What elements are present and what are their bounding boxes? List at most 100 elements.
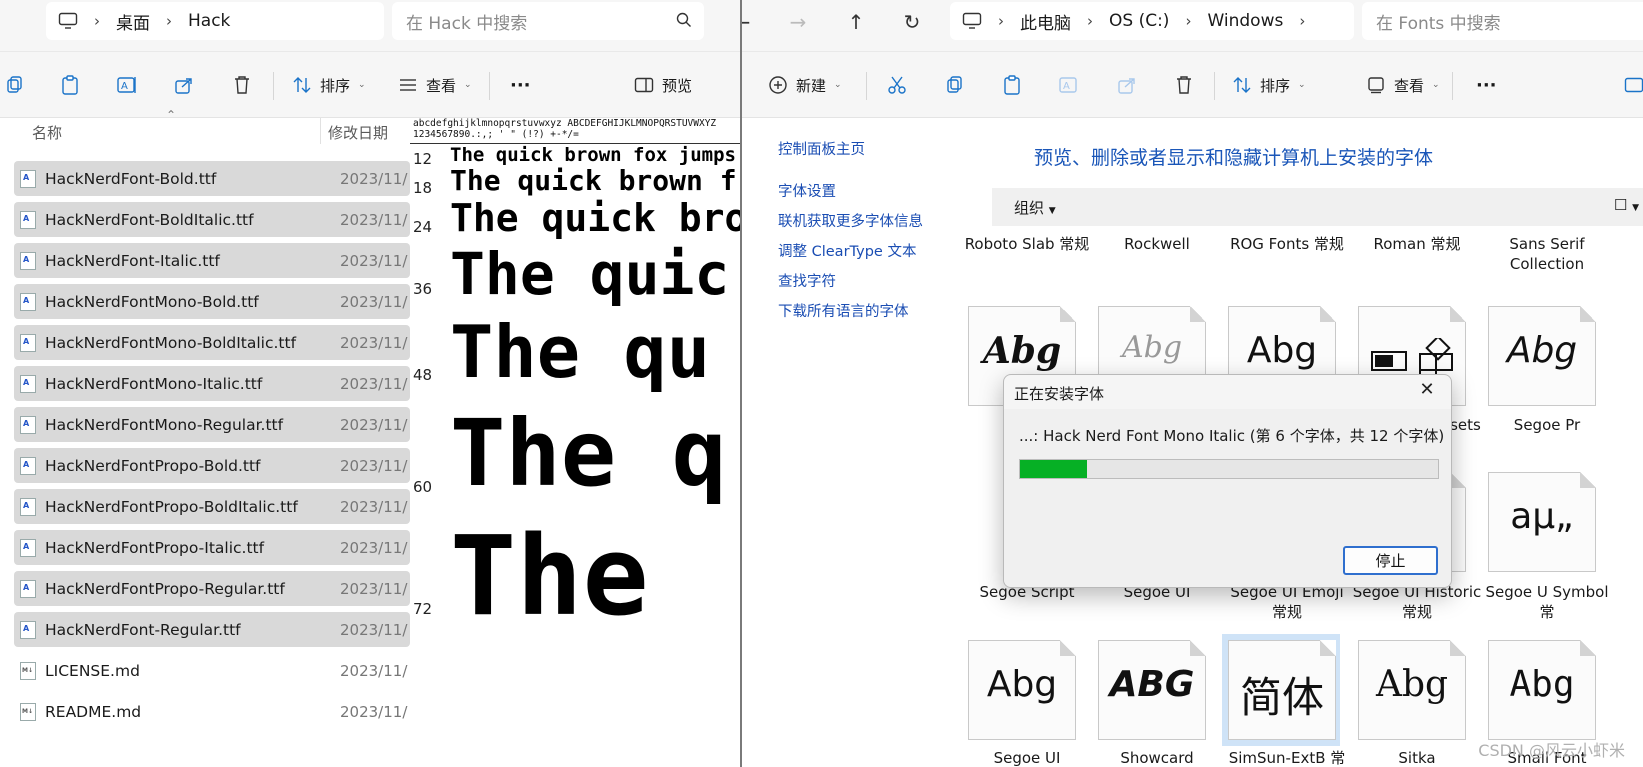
file-row[interactable]: HackNerdFontPropo-BoldItalic.ttf 2023/11/ bbox=[14, 486, 410, 527]
stop-button[interactable]: 停止 bbox=[1343, 546, 1438, 575]
more-options-button[interactable]: ··· bbox=[510, 69, 531, 101]
up-arrow-icon[interactable]: ↑ bbox=[842, 8, 870, 36]
file-row[interactable]: HackNerdFontPropo-Bold.ttf 2023/11/ bbox=[14, 445, 410, 486]
view-icon bbox=[1364, 73, 1388, 97]
link-get-font-info-online[interactable]: 联机获取更多字体信息 bbox=[778, 210, 923, 240]
rename-icon[interactable]: A bbox=[115, 69, 139, 101]
breadcrumb-item[interactable]: 桌面 bbox=[104, 2, 162, 40]
sort-label: 排序 bbox=[320, 76, 351, 95]
font-tile[interactable]: Abg bbox=[1352, 634, 1470, 746]
more-options-button[interactable]: ··· bbox=[1476, 69, 1497, 101]
right-address-bar[interactable]: › 此电脑 › OS (C:) › Windows › bbox=[950, 2, 1354, 40]
file-row[interactable]: README.md 2023/11/ bbox=[14, 691, 410, 732]
file-row[interactable]: HackNerdFont-Bold.ttf 2023/11/ bbox=[14, 158, 410, 199]
font-tile-label[interactable]: Segoe UI bbox=[962, 748, 1092, 767]
font-tile-label[interactable]: Showcard bbox=[1092, 748, 1222, 767]
file-date: 2023/11/ bbox=[340, 497, 408, 516]
chevron-down-icon: ⌄ bbox=[834, 80, 842, 90]
delete-icon[interactable] bbox=[1172, 69, 1196, 101]
monitor-icon[interactable] bbox=[950, 2, 994, 40]
font-tile[interactable]: Abg bbox=[1482, 634, 1600, 746]
monitor-icon[interactable] bbox=[46, 2, 90, 40]
svg-text:A: A bbox=[121, 81, 128, 92]
close-icon[interactable]: ✕ bbox=[1415, 379, 1439, 403]
column-header-name[interactable]: 名称 bbox=[32, 122, 62, 143]
file-row[interactable]: LICENSE.md 2023/11/ bbox=[14, 650, 410, 691]
view-mode-icon[interactable]: ☐ ▼ bbox=[1614, 196, 1639, 214]
font-tile[interactable]: Abg bbox=[962, 634, 1080, 746]
file-name: HackNerdFontPropo-Bold.ttf bbox=[45, 456, 261, 475]
font-tile[interactable]: Abg bbox=[1482, 300, 1600, 412]
page-fold bbox=[1450, 306, 1466, 322]
font-tile-label[interactable]: Sans Serif Collection bbox=[1482, 234, 1612, 274]
file-row[interactable]: HackNerdFontPropo-Regular.ttf 2023/11/ bbox=[14, 568, 410, 609]
file-row[interactable]: HackNerdFontMono-Italic.ttf 2023/11/ bbox=[14, 363, 410, 404]
preview-label: 预览 bbox=[662, 76, 693, 95]
forward-arrow-icon[interactable]: → bbox=[784, 8, 812, 36]
file-name: HackNerdFontMono-BoldItalic.ttf bbox=[45, 333, 297, 352]
preview-size-label: 18 bbox=[413, 179, 433, 197]
details-pane-icon[interactable] bbox=[1622, 69, 1643, 101]
file-row[interactable]: HackNerdFontMono-Regular.ttf 2023/11/ bbox=[14, 404, 410, 445]
file-row[interactable]: HackNerdFontPropo-Italic.ttf 2023/11/ bbox=[14, 527, 410, 568]
paste-icon[interactable] bbox=[1000, 69, 1024, 101]
rename-icon[interactable]: A bbox=[1057, 69, 1081, 101]
chevron-down-icon: ⌄ bbox=[464, 80, 472, 90]
delete-icon[interactable] bbox=[230, 69, 254, 101]
font-tile-label[interactable]: Segoe UI Emoji 常规 bbox=[1222, 582, 1352, 622]
copy-path-icon[interactable] bbox=[2, 69, 26, 101]
left-explorer-window: › 桌面 › Hack 在 Hack 中搜索 A 排序 ⌄ 查看 ⌄ ··· 预… bbox=[0, 0, 741, 767]
chevron-down-icon: ⌄ bbox=[1432, 80, 1440, 90]
file-row[interactable]: HackNerdFontMono-BoldItalic.ttf 2023/11/ bbox=[14, 322, 410, 363]
breadcrumb-item[interactable]: Hack bbox=[176, 2, 242, 40]
organize-button[interactable]: 组织 ▼ bbox=[1014, 197, 1056, 218]
font-tile-label[interactable]: Segoe UI Historic 常规 bbox=[1352, 582, 1482, 622]
font-tile[interactable]: ABG bbox=[1092, 634, 1210, 746]
link-adjust-cleartype[interactable]: 调整 ClearType 文本 bbox=[778, 240, 923, 270]
breadcrumb-item[interactable]: OS (C:) bbox=[1097, 2, 1181, 40]
share-icon[interactable] bbox=[1115, 69, 1139, 101]
font-tile-label[interactable]: Rockwell bbox=[1092, 234, 1222, 254]
file-row[interactable]: HackNerdFont-Italic.ttf 2023/11/ bbox=[14, 240, 410, 281]
link-font-settings[interactable]: 字体设置 bbox=[778, 180, 923, 210]
font-sample-glyphs: Abg bbox=[1246, 330, 1318, 371]
font-tile-label[interactable]: SimSun-ExtB 常 bbox=[1222, 748, 1352, 767]
cut-icon[interactable] bbox=[885, 69, 909, 101]
link-control-panel-home[interactable]: 控制面板主页 bbox=[778, 138, 923, 168]
file-date: 2023/11/ bbox=[340, 579, 408, 598]
right-search-input[interactable]: 在 Fonts 中搜索 bbox=[1362, 2, 1643, 40]
file-date: 2023/11/ bbox=[340, 538, 408, 557]
sort-button[interactable]: 排序 ⌄ bbox=[1230, 69, 1306, 101]
column-header-modified[interactable]: 修改日期 bbox=[328, 122, 388, 143]
breadcrumb-item[interactable]: 此电脑 bbox=[1008, 2, 1083, 40]
back-arrow-icon[interactable]: ← bbox=[742, 8, 756, 36]
font-file-icon bbox=[20, 620, 36, 639]
copy-icon[interactable] bbox=[942, 69, 966, 101]
file-row[interactable]: HackNerdFont-BoldItalic.ttf 2023/11/ bbox=[14, 199, 410, 240]
font-tile-label[interactable]: Sitka bbox=[1352, 748, 1482, 767]
file-row[interactable]: HackNerdFont-Regular.ttf 2023/11/ bbox=[14, 609, 410, 650]
font-tile[interactable]: 简体 bbox=[1222, 634, 1340, 746]
font-tile-label[interactable]: Roman 常规 bbox=[1352, 234, 1482, 254]
link-find-character[interactable]: 查找字符 bbox=[778, 270, 923, 300]
font-tile-label[interactable]: Segoe Pr bbox=[1482, 415, 1612, 435]
refresh-icon[interactable]: ↻ bbox=[898, 8, 926, 36]
left-address-bar[interactable]: › 桌面 › Hack bbox=[46, 2, 384, 40]
left-search-input[interactable]: 在 Hack 中搜索 bbox=[392, 2, 704, 40]
preview-pane-button[interactable]: 预览 bbox=[632, 69, 692, 101]
search-placeholder: 在 Fonts 中搜索 bbox=[1376, 13, 1501, 34]
link-download-all-fonts[interactable]: 下载所有语言的字体 bbox=[778, 300, 923, 330]
sort-button[interactable]: 排序 ⌄ bbox=[290, 69, 366, 101]
font-tile[interactable]: aμ„ bbox=[1482, 466, 1600, 578]
share-icon[interactable] bbox=[172, 69, 196, 101]
new-button[interactable]: 新建 ⌄ bbox=[766, 69, 842, 101]
font-tile-label[interactable]: Segoe U Symbol 常 bbox=[1482, 582, 1612, 622]
font-tile-label[interactable]: Roboto Slab 常规 bbox=[962, 234, 1092, 254]
view-button[interactable]: 查看 ⌄ bbox=[1364, 69, 1440, 101]
file-list: HackNerdFont-Bold.ttf 2023/11/HackNerdFon… bbox=[14, 158, 410, 732]
breadcrumb-item[interactable]: Windows bbox=[1195, 2, 1295, 40]
file-row[interactable]: HackNerdFontMono-Bold.ttf 2023/11/ bbox=[14, 281, 410, 322]
paste-icon[interactable] bbox=[58, 69, 82, 101]
view-button[interactable]: 查看 ⌄ bbox=[396, 69, 472, 101]
font-tile-label[interactable]: ROG Fonts 常规 bbox=[1222, 234, 1352, 254]
